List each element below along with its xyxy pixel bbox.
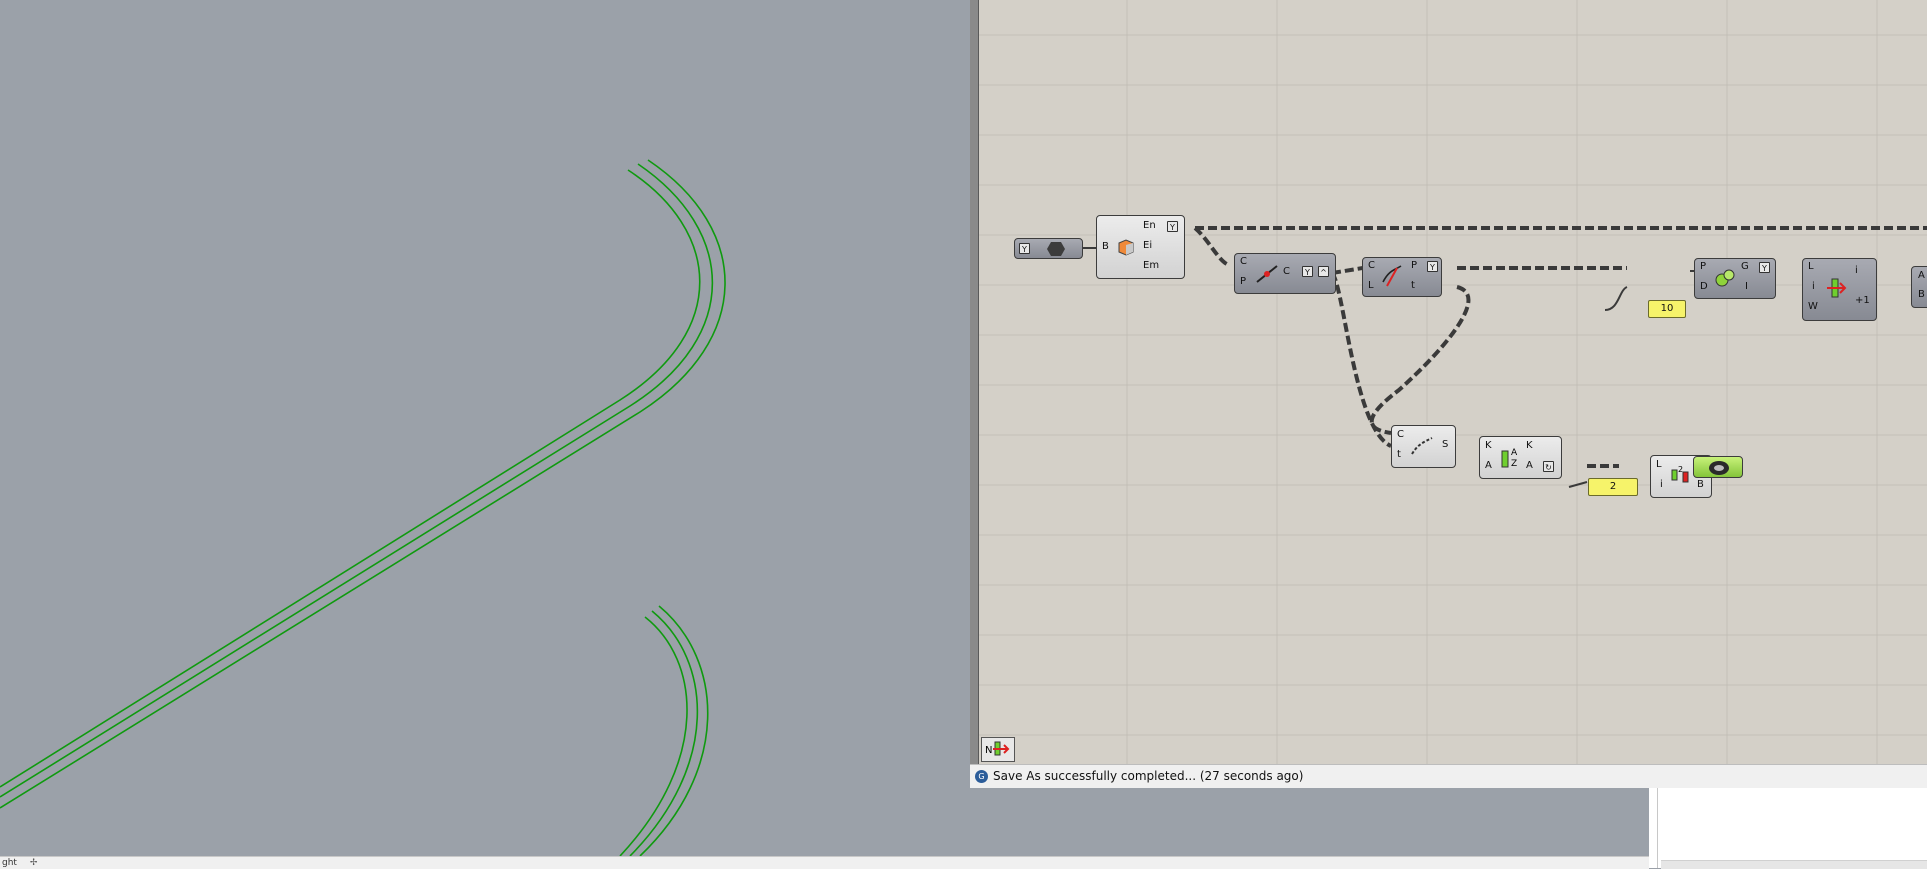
geometry-output-param[interactable]: [1693, 456, 1743, 478]
graft-flag-icon: Y: [1167, 221, 1178, 232]
port-c[interactable]: C: [1240, 256, 1247, 267]
port-c[interactable]: C: [1397, 429, 1404, 440]
port-i[interactable]: i: [1660, 479, 1663, 490]
graft-flag-icon: Y: [1302, 266, 1313, 277]
port-en[interactable]: En: [1143, 220, 1156, 231]
port-plus1[interactable]: +1: [1855, 295, 1870, 306]
shatter-component[interactable]: C t S: [1391, 425, 1456, 468]
rhino-status-text: ght: [2, 858, 17, 868]
divide-curve-component[interactable]: P D G I Y: [1694, 258, 1776, 299]
graft-flag-icon: Y: [1019, 243, 1030, 254]
port-i[interactable]: i: [1812, 281, 1815, 292]
port-t[interactable]: t: [1397, 449, 1401, 460]
port-l[interactable]: L: [1808, 261, 1814, 272]
brep-edges-component[interactable]: B En Ei Em Y: [1096, 215, 1185, 279]
reparam-flag-icon: ↻: [1543, 461, 1554, 472]
canvas-grid-and-wires: [979, 0, 1927, 764]
port-t[interactable]: t: [1411, 280, 1415, 291]
port-k-out[interactable]: K: [1526, 440, 1533, 451]
hexagon-icon: [1046, 241, 1066, 257]
grasshopper-window: Y B En Ei Em Y C P C Y ^ C L P t Y C t S…: [970, 0, 1927, 788]
port-c-out[interactable]: C: [1283, 266, 1290, 277]
port-p[interactable]: P: [1240, 276, 1246, 287]
port-d[interactable]: D: [1700, 281, 1708, 292]
port-b[interactable]: B: [1918, 289, 1925, 300]
rhino-side-panel: [1649, 786, 1927, 869]
svg-text:A: A: [1511, 448, 1518, 458]
port-b[interactable]: B: [1697, 479, 1704, 490]
list-item-component[interactable]: L i W i +1: [1802, 258, 1877, 321]
port-i[interactable]: I: [1745, 281, 1748, 292]
port-a[interactable]: A: [1918, 270, 1925, 281]
port-p[interactable]: P: [1411, 260, 1417, 271]
port-w[interactable]: W: [1808, 301, 1818, 312]
divide-count-slider[interactable]: 10: [1648, 300, 1686, 318]
port-ei[interactable]: Ei: [1143, 240, 1152, 251]
port-p[interactable]: P: [1700, 261, 1706, 272]
svg-text:N: N: [985, 745, 992, 756]
port-c[interactable]: C: [1368, 260, 1375, 271]
graft-flag-icon: Y: [1427, 261, 1438, 272]
grasshopper-logo-icon[interactable]: G: [975, 770, 988, 783]
port-l[interactable]: L: [1368, 280, 1374, 291]
rhino-status-bar: ght ✢: [0, 856, 1649, 869]
svg-text:2: 2: [1678, 465, 1683, 474]
evaluate-curve-component[interactable]: C L P t Y: [1362, 257, 1442, 297]
port-a[interactable]: A: [1485, 460, 1492, 471]
port-g[interactable]: G: [1741, 261, 1749, 272]
port-b[interactable]: B: [1102, 241, 1109, 252]
grasshopper-canvas[interactable]: Y B En Ei Em Y C P C Y ^ C L P t Y C t S…: [979, 0, 1927, 764]
curve-closest-component[interactable]: C P C Y ^: [1234, 253, 1336, 294]
window-splitter[interactable]: [970, 0, 979, 788]
status-message: Save As successfully completed... (27 se…: [993, 769, 1304, 783]
flatten-flag-icon: ^: [1318, 266, 1329, 277]
port-a-out[interactable]: A: [1526, 460, 1533, 471]
pin-icon[interactable]: ✢: [30, 858, 38, 868]
port-k[interactable]: K: [1485, 440, 1492, 451]
svg-text:Z: Z: [1511, 459, 1517, 469]
port-i-out[interactable]: i: [1855, 265, 1858, 276]
port-s[interactable]: S: [1442, 439, 1448, 450]
graft-flag-icon: Y: [1759, 262, 1770, 273]
split-index-slider[interactable]: 2: [1588, 478, 1638, 496]
port-l[interactable]: L: [1656, 459, 1662, 470]
partial-component[interactable]: A B: [1911, 266, 1927, 308]
grasshopper-status-bar: G Save As successfully completed... (27 …: [970, 764, 1927, 788]
sort-list-component[interactable]: K A AZ K A ↻: [1479, 436, 1562, 479]
graft-param[interactable]: Y: [1014, 238, 1083, 259]
port-em[interactable]: Em: [1143, 260, 1159, 271]
canvas-widget-icon[interactable]: N: [981, 737, 1015, 762]
